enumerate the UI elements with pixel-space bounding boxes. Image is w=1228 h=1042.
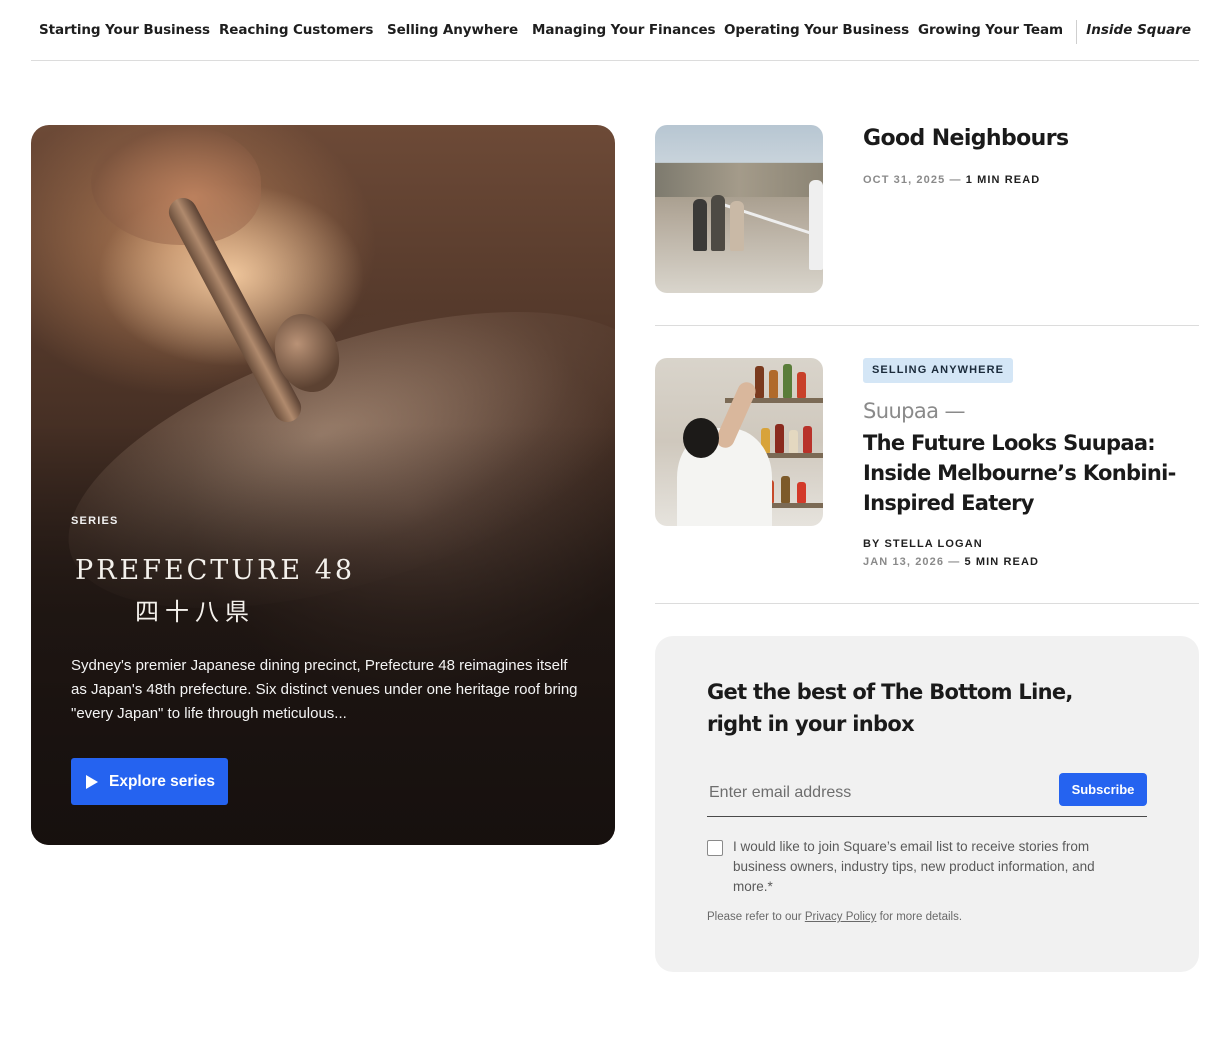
nav-item-starting-your-business[interactable]: Starting Your Business [39, 22, 210, 38]
article-date: JAN 13, 2026 [863, 556, 945, 568]
article-title-suupaa[interactable]: The Future Looks Suupaa: Inside Melbourn… [863, 428, 1183, 518]
article-title-good-neighbours[interactable]: Good Neighbours [863, 126, 1069, 151]
series-logo-text: PREFECTURE 48 [75, 555, 356, 586]
thumb-bottle [783, 364, 792, 398]
nav-item-reaching-customers[interactable]: Reaching Customers [219, 22, 373, 38]
meta-separator: — [945, 174, 966, 186]
article-meta: JAN 13, 2026 — 5 MIN READ [863, 556, 1039, 568]
meta-separator: — [944, 556, 965, 568]
play-icon [86, 774, 98, 789]
category-tag-selling-anywhere[interactable]: SELLING ANYWHERE [863, 358, 1014, 383]
read-time: 5 MIN READ [964, 556, 1040, 568]
article-divider [655, 325, 1199, 326]
thumb-person [730, 201, 744, 251]
thumb-person [693, 199, 707, 251]
explore-series-button[interactable]: Explore series [71, 758, 228, 805]
nav-item-operating-your-business[interactable]: Operating Your Business [724, 22, 909, 38]
thumb-hillside [655, 163, 823, 197]
hero-eyebrow: SERIES [71, 515, 119, 527]
email-consent-label: I would like to join Square’s email list… [733, 839, 1095, 894]
subscribe-button[interactable]: Subscribe [1059, 773, 1147, 806]
thumb-person-hair [683, 418, 719, 458]
newsletter-signup-panel: Get the best of The Bottom Line, right i… [655, 636, 1199, 972]
privacy-note: Please refer to our Privacy Policy for m… [707, 911, 962, 923]
nav-item-growing-your-team[interactable]: Growing Your Team [918, 22, 1063, 38]
privacy-policy-link[interactable]: Privacy Policy [805, 911, 877, 923]
series-logo-japanese: 四十八県 [135, 598, 255, 626]
nav-divider [1076, 20, 1077, 44]
article-kicker: Suupaa — [863, 399, 966, 423]
thumb-bottle [769, 370, 778, 398]
thumb-person [711, 195, 725, 251]
thumb-bottle [781, 476, 790, 503]
thumb-bottle [797, 372, 806, 398]
top-nav: Starting Your Business Reaching Customer… [31, 0, 1199, 61]
article-meta: OCT 31, 2025 — 1 MIN READ [863, 174, 1040, 186]
thumb-bottle [789, 430, 798, 453]
article-date: OCT 31, 2025 [863, 174, 946, 186]
privacy-prefix: Please refer to our [707, 911, 805, 923]
thumb-bottle [775, 424, 784, 453]
read-time: 1 MIN READ [965, 174, 1041, 186]
thumb-bottle [797, 482, 806, 503]
newsletter-title: Get the best of The Bottom Line, right i… [707, 680, 1073, 736]
nav-item-selling-anywhere[interactable]: Selling Anywhere [387, 22, 518, 38]
explore-series-label: Explore series [109, 772, 215, 790]
article-thumbnail-good-neighbours[interactable] [655, 125, 823, 293]
email-consent-checkbox[interactable] [707, 840, 723, 856]
thumb-person [809, 180, 823, 270]
hero-card[interactable]: SERIES PREFECTURE 48 四十八県 Sydney's premi… [31, 125, 615, 845]
privacy-suffix: for more details. [876, 911, 963, 923]
article-thumbnail-suupaa[interactable] [655, 358, 823, 526]
article-byline: BY STELLA LOGAN [863, 538, 983, 550]
nav-item-managing-your-finances[interactable]: Managing Your Finances [532, 22, 716, 38]
article-divider [655, 603, 1199, 604]
thumb-bottle [803, 426, 812, 453]
thumb-bottle [755, 366, 764, 398]
nav-item-inside-square[interactable]: Inside Square [1086, 22, 1191, 38]
hero-description: Sydney's premier Japanese dining precinc… [71, 657, 578, 722]
